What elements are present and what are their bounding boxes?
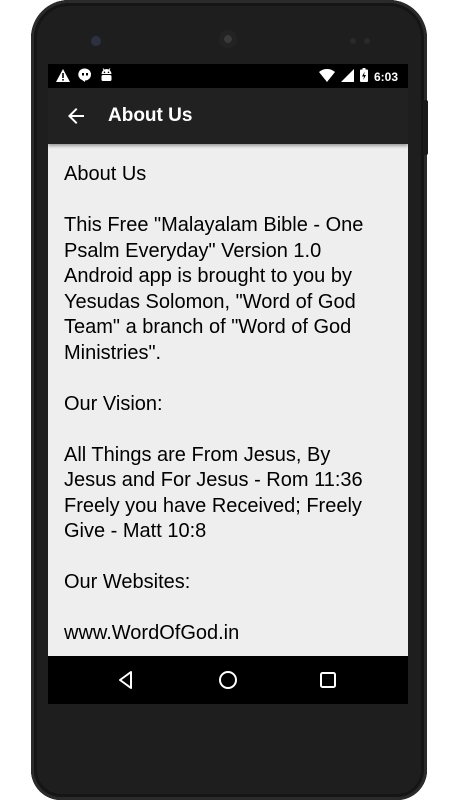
intro-line: Ministries". — [64, 341, 162, 364]
intro-line: Team" a branch of "Word of God — [64, 316, 352, 338]
home-circle-icon[interactable] — [216, 668, 240, 692]
about-content[interactable]: About Us This Free "Malayalam Bible - On… — [64, 144, 394, 656]
vision-heading: Our Vision: — [64, 392, 163, 415]
battery-charging-icon — [359, 68, 368, 85]
content-heading: About Us — [64, 163, 147, 185]
sensor-dot — [364, 38, 370, 44]
android-debug-icon — [100, 68, 113, 87]
cell-signal-icon — [340, 68, 354, 85]
wifi-icon — [318, 68, 335, 85]
status-time: 6:03 — [373, 69, 398, 84]
vision-line: Freely you have Received; Freely — [64, 494, 362, 517]
power-button — [423, 100, 428, 155]
front-camera — [91, 36, 101, 46]
app-bar: About Us — [48, 88, 408, 144]
page-title: About Us — [108, 105, 193, 126]
vision-line: Give - Matt 10:8 — [64, 520, 207, 542]
intro-line: This Free "Malayalam Bible - One — [64, 214, 364, 236]
screen: 6:03 About Us About Us This Free "Malaya… — [48, 64, 408, 704]
vision-line: All Things are From Jesus, By — [64, 443, 331, 466]
back-triangle-icon[interactable] — [114, 668, 138, 692]
recents-square-icon[interactable] — [316, 668, 340, 692]
earpiece-speaker — [219, 30, 237, 48]
warning-icon — [56, 68, 70, 87]
arrow-back-icon[interactable] — [64, 104, 88, 128]
intro-line: Yesudas Solomon, "Word of God — [64, 290, 356, 313]
vision-line: Jesus and For Jesus - Rom 11:36 — [64, 469, 363, 491]
websites-heading: Our Websites: — [64, 571, 191, 593]
intro-line: Psalm Everyday" Version 1.0 — [64, 239, 322, 262]
website-link[interactable]: www.WordOfGod.in — [64, 621, 394, 647]
navigation-bar — [48, 656, 408, 704]
hangouts-icon — [78, 68, 92, 87]
sensor-dot — [350, 38, 356, 44]
status-bar: 6:03 — [48, 64, 408, 88]
intro-line: Android app is brought to you by — [64, 265, 352, 287]
